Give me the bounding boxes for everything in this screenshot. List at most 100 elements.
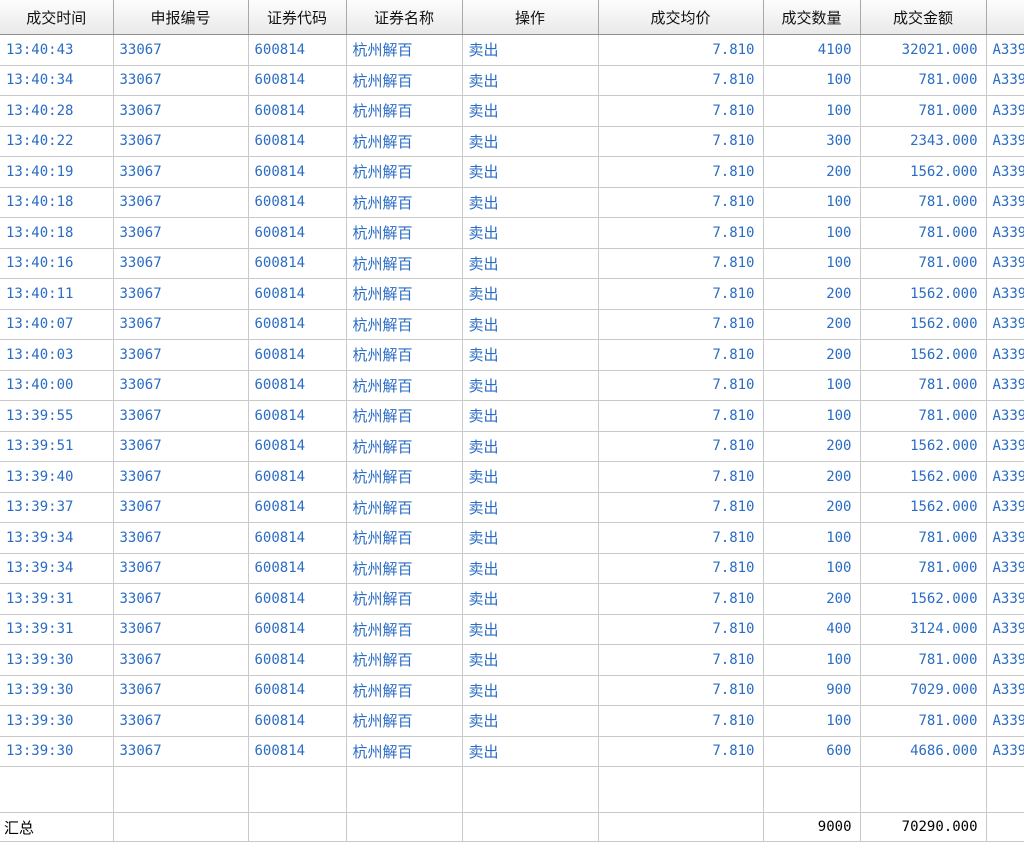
table-row[interactable]: 13:39:55 33067 600814 杭州解百 卖出 7.810 100 781.000… [0,400,1024,432]
cell-order-id: 33067 [113,309,249,340]
table-row[interactable]: 13:40:19 33067 600814 杭州解百 卖出 7.810 200 1562.00… [0,156,1024,188]
table-row[interactable]: 13:39:37 33067 600814 杭州解百 卖出 7.810 200 1562.00… [0,492,1024,523]
cell-extra: A339 [986,644,1024,676]
header-extra[interactable] [986,0,1024,35]
cell-avg-price: 7.810 [598,34,764,66]
table-row[interactable]: 13:40:18 33067 600814 杭州解百 卖出 7.810 100 781.000… [0,217,1024,249]
summary-empty-cell [248,812,347,842]
table-row[interactable]: 13:39:30 33067 600814 杭州解百 卖出 7.810 600 4686.00… [0,736,1024,767]
cell-avg-price: 7.810 [598,187,764,218]
cell-avg-price: 7.810 [598,644,764,676]
table-row[interactable]: 13:39:30 33067 600814 杭州解百 卖出 7.810 900 7029.00… [0,675,1024,706]
cell-security-name: 杭州解百 [346,675,463,706]
header-order-id[interactable]: 申报编号 [113,0,249,35]
table-row[interactable]: 13:39:51 33067 600814 杭州解百 卖出 7.810 200 1562.00… [0,431,1024,462]
cell-amount: 781.000 [860,187,987,218]
cell-operation: 卖出 [462,553,599,584]
table-row[interactable]: 13:40:22 33067 600814 杭州解百 卖出 7.810 300 2343.00… [0,126,1024,157]
cell-trade-time: 13:40:03 [0,339,114,371]
cell-amount: 3124.000 [860,614,987,645]
cell-trade-time: 13:40:16 [0,248,114,279]
table-row[interactable]: 13:40:28 33067 600814 杭州解百 卖出 7.810 100 781.000… [0,95,1024,127]
table-row[interactable]: 13:40:07 33067 600814 杭州解百 卖出 7.810 200 1562.00… [0,309,1024,340]
table-row[interactable]: 13:40:03 33067 600814 杭州解百 卖出 7.810 200 1562.00… [0,339,1024,371]
cell-quantity: 100 [763,187,861,218]
cell-trade-time: 13:39:34 [0,553,114,584]
table-row[interactable]: 13:39:31 33067 600814 杭州解百 卖出 7.810 200 1562.00… [0,583,1024,615]
cell-security-code: 600814 [248,400,347,432]
table-row[interactable]: 13:39:34 33067 600814 杭州解百 卖出 7.810 100 781.000… [0,522,1024,554]
cell-order-id: 33067 [113,95,249,127]
cell-security-code: 600814 [248,65,347,96]
cell-security-code: 600814 [248,614,347,645]
table-row[interactable]: 13:40:34 33067 600814 杭州解百 卖出 7.810 100 781.000… [0,65,1024,96]
header-avg-price[interactable]: 成交均价 [598,0,764,35]
cell-amount: 1562.000 [860,339,987,371]
cell-security-name: 杭州解百 [346,248,463,279]
cell-quantity: 200 [763,461,861,493]
header-trade-time[interactable]: 成交时间 [0,0,114,35]
header-operation[interactable]: 操作 [462,0,599,35]
table-row[interactable]: 13:40:00 33067 600814 杭州解百 卖出 7.810 100 781.000… [0,370,1024,401]
cell-trade-time: 13:39:34 [0,522,114,554]
cell-trade-time: 13:40:18 [0,217,114,249]
table-row[interactable]: 13:40:18 33067 600814 杭州解百 卖出 7.810 100 781.000… [0,187,1024,218]
cell-security-name: 杭州解百 [346,34,463,66]
cell-operation: 卖出 [462,95,599,127]
trade-records-grid[interactable]: 成交时间 申报编号 证券代码 证券名称 操作 成交均价 成交数量 成交金额 13:40:43 3… [0,0,1024,844]
cell-trade-time: 13:40:19 [0,156,114,188]
cell-quantity: 100 [763,644,861,676]
cell-operation: 卖出 [462,278,599,310]
header-security-code[interactable]: 证券代码 [248,0,347,35]
table-row[interactable]: 13:39:30 33067 600814 杭州解百 卖出 7.810 100 781.000… [0,644,1024,676]
cell-order-id: 33067 [113,34,249,66]
table-row[interactable]: 13:39:30 33067 600814 杭州解百 卖出 7.810 100 781.000… [0,705,1024,737]
cell-extra: A339 [986,461,1024,493]
empty-cell [346,766,463,813]
empty-cell [860,766,987,813]
cell-order-id: 33067 [113,583,249,615]
cell-extra: A339 [986,583,1024,615]
empty-cell [0,766,114,813]
header-security-name[interactable]: 证券名称 [346,0,463,35]
cell-avg-price: 7.810 [598,522,764,554]
table-row[interactable]: 13:39:40 33067 600814 杭州解百 卖出 7.810 200 1562.00… [0,461,1024,493]
cell-security-code: 600814 [248,95,347,127]
cell-amount: 781.000 [860,553,987,584]
header-quantity[interactable]: 成交数量 [763,0,861,35]
table-row[interactable]: 13:40:43 33067 600814 杭州解百 卖出 7.810 4100 32021.… [0,34,1024,66]
header-amount[interactable]: 成交金额 [860,0,987,35]
cell-extra: A339 [986,34,1024,66]
table-row[interactable]: 13:40:11 33067 600814 杭州解百 卖出 7.810 200 1562.00… [0,278,1024,310]
cell-quantity: 100 [763,553,861,584]
cell-quantity: 100 [763,370,861,401]
cell-operation: 卖出 [462,400,599,432]
cell-trade-time: 13:39:51 [0,431,114,462]
cell-security-code: 600814 [248,431,347,462]
cell-operation: 卖出 [462,736,599,767]
cell-security-code: 600814 [248,583,347,615]
summary-total-amount: 70290.000 [860,812,987,842]
cell-amount: 1562.000 [860,156,987,188]
table-row[interactable]: 13:40:16 33067 600814 杭州解百 卖出 7.810 100 781.000… [0,248,1024,279]
cell-security-name: 杭州解百 [346,187,463,218]
cell-amount: 781.000 [860,644,987,676]
cell-security-name: 杭州解百 [346,95,463,127]
table-row[interactable]: 13:39:31 33067 600814 杭州解百 卖出 7.810 400 3124.00… [0,614,1024,645]
cell-quantity: 900 [763,675,861,706]
empty-cell [763,766,861,813]
cell-extra: A339 [986,278,1024,310]
summary-empty-cell [462,812,599,842]
cell-avg-price: 7.810 [598,248,764,279]
cell-amount: 781.000 [860,522,987,554]
cell-operation: 卖出 [462,644,599,676]
cell-trade-time: 13:39:55 [0,400,114,432]
cell-security-code: 600814 [248,461,347,493]
cell-avg-price: 7.810 [598,461,764,493]
cell-amount: 1562.000 [860,492,987,523]
table-row[interactable]: 13:39:34 33067 600814 杭州解百 卖出 7.810 100 781.000… [0,553,1024,584]
cell-order-id: 33067 [113,644,249,676]
cell-quantity: 100 [763,400,861,432]
cell-trade-time: 13:40:43 [0,34,114,66]
cell-operation: 卖出 [462,34,599,66]
